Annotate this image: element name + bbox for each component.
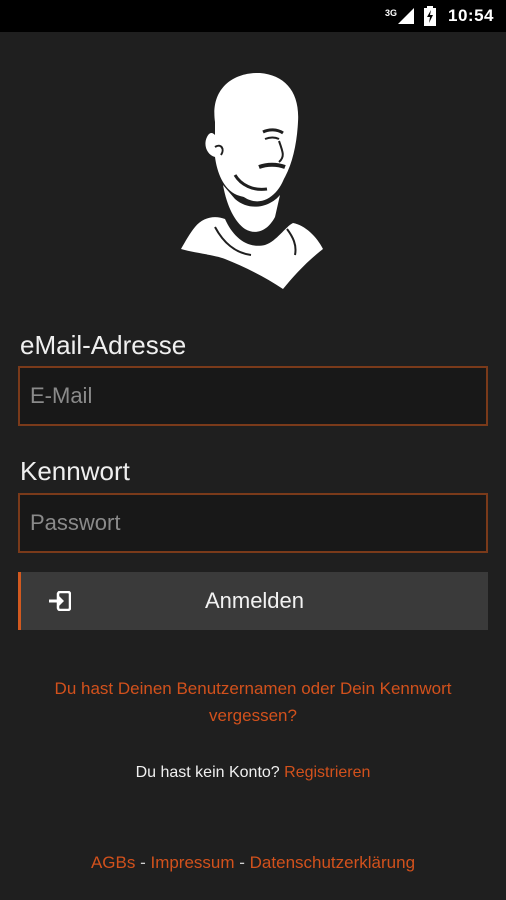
battery-charging-icon: [424, 6, 437, 26]
register-link[interactable]: Registrieren: [284, 764, 370, 781]
privacy-link[interactable]: Datenschutzerklärung: [250, 853, 415, 872]
register-row: Du hast kein Konto? Registrieren: [0, 764, 506, 782]
email-label: eMail-Adresse: [20, 330, 187, 360]
app-logo: [181, 72, 323, 289]
status-bar: 3G 10:54: [0, 0, 506, 32]
login-button[interactable]: Anmelden: [18, 572, 488, 630]
signal-icon: [398, 8, 415, 24]
login-icon: [49, 591, 71, 611]
login-button-label: Anmelden: [204, 588, 305, 613]
email-field[interactable]: [18, 366, 488, 426]
network-type: 3G: [385, 8, 398, 18]
footer-separator: -: [234, 853, 250, 872]
no-account-text: Du hast kein Konto?: [135, 764, 285, 781]
password-label: Kennwort: [20, 456, 130, 486]
impressum-link[interactable]: Impressum: [150, 853, 234, 872]
footer-separator: -: [135, 853, 151, 872]
password-field[interactable]: [18, 493, 488, 553]
clock: 10:54: [448, 6, 494, 25]
forgot-credentials-link[interactable]: Du hast Deinen Benutzernamen oder Dein K…: [30, 675, 476, 729]
footer-links: AGBs - Impressum - Datenschutzerklärung: [0, 853, 506, 873]
network-indicator: 3G: [385, 8, 415, 24]
agb-link[interactable]: AGBs: [91, 853, 135, 872]
